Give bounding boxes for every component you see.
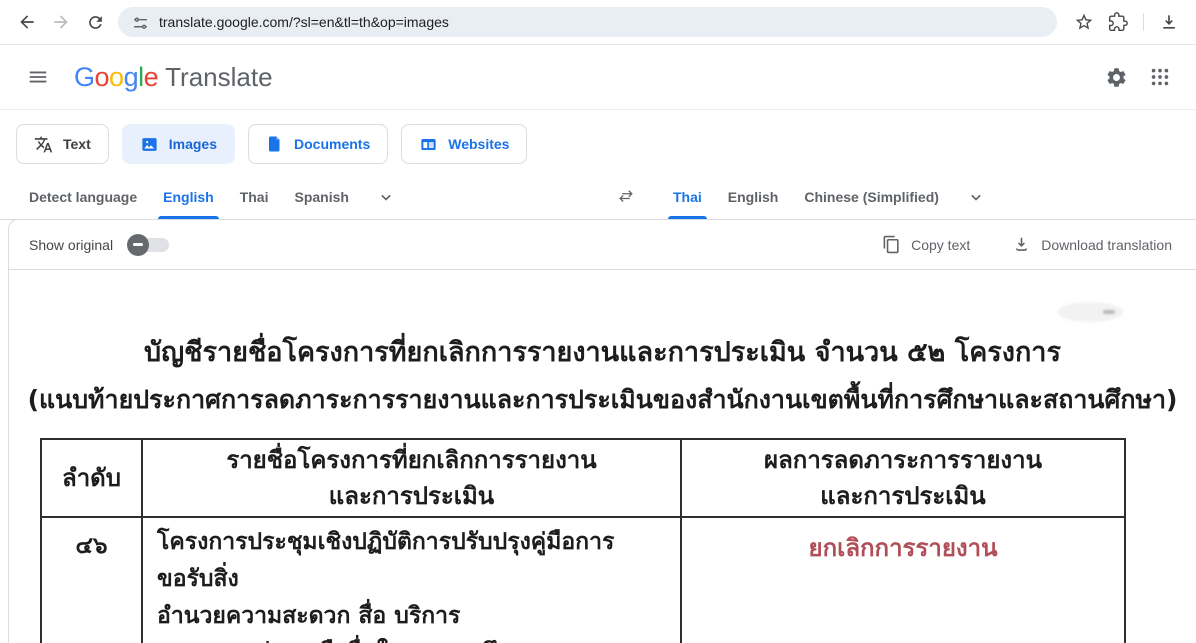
google-apps-button[interactable] (1138, 55, 1182, 99)
forward-icon (51, 12, 71, 32)
forward-button[interactable] (44, 5, 78, 39)
tab-websites-label: Websites (448, 136, 509, 152)
settings-gear-icon (1105, 66, 1128, 89)
target-language-tabs: Thai English Chinese (Simplified) (660, 174, 1000, 219)
cell-number: ๔๖ (41, 517, 142, 643)
tab-text-label: Text (63, 136, 91, 152)
swap-languages-button[interactable] (608, 179, 644, 215)
tab-documents-label: Documents (294, 136, 370, 152)
source-lang-detect[interactable]: Detect language (16, 174, 150, 219)
extensions-icon (1108, 12, 1128, 32)
apps-grid-icon (1149, 66, 1171, 88)
document-icon (266, 135, 284, 153)
image-icon (140, 135, 159, 154)
header-cell-result: ผลการลดภาระการรายงาน และการประเมิน (681, 439, 1125, 517)
app-header: Google Translate (0, 45, 1196, 110)
faded-stamp-mark (1057, 302, 1123, 322)
google-translate-logo[interactable]: Google Translate (74, 62, 273, 93)
target-language-dropdown[interactable] (952, 174, 1000, 219)
cell-result: ยกเลิกการรายงาน (681, 517, 1125, 643)
swap-icon (615, 186, 637, 208)
copy-text-label: Copy text (911, 237, 970, 253)
target-lang-english[interactable]: English (715, 174, 792, 219)
back-button[interactable] (10, 5, 44, 39)
reload-icon (86, 13, 105, 32)
language-bar: Detect language English Thai Spanish Tha… (0, 174, 1196, 220)
source-lang-spanish[interactable]: Spanish (281, 174, 361, 219)
document-title: บัญชีรายชื่อโครงการที่ยกเลิกการรายงานและ… (9, 330, 1196, 373)
show-original-toggle[interactable] (127, 233, 173, 257)
download-translation-label: Download translation (1041, 237, 1172, 253)
translation-mode-tabs: Text Images Documents Websites (0, 110, 1196, 174)
result-toolbar: Show original Copy text Download transla… (9, 220, 1196, 270)
source-lang-thai[interactable]: Thai (227, 174, 282, 219)
document-subtitle: (แนบท้ายประกาศการลดภาระการรายงานและการปร… (9, 380, 1196, 420)
source-language-tabs: Detect language English Thai Spanish (16, 174, 1196, 219)
reload-button[interactable] (78, 5, 112, 39)
cell-project: โครงการประชุมเชิงปฏิบัติการปรับปรุงคู่มื… (142, 517, 681, 643)
downloads-button[interactable] (1152, 5, 1186, 39)
translate-icon (34, 135, 53, 154)
settings-button[interactable] (1094, 55, 1138, 99)
toolbar-divider (1143, 13, 1144, 31)
tab-websites[interactable]: Websites (401, 124, 527, 164)
website-icon (419, 135, 438, 154)
target-lang-chinese[interactable]: Chinese (Simplified) (791, 174, 952, 219)
bookmark-button[interactable] (1067, 5, 1101, 39)
header-cell-number: ลำดับ (41, 439, 142, 517)
chevron-down-icon (966, 187, 986, 207)
back-icon (17, 12, 37, 32)
translation-result-panel: Show original Copy text Download transla… (8, 219, 1196, 643)
tab-images[interactable]: Images (122, 124, 235, 164)
tab-text[interactable]: Text (16, 124, 109, 164)
main-menu-button[interactable] (16, 55, 60, 99)
extensions-button[interactable] (1101, 5, 1135, 39)
source-lang-english[interactable]: English (150, 174, 227, 219)
site-info-icon[interactable] (132, 14, 149, 31)
download-translation-button[interactable]: Download translation (1012, 235, 1172, 254)
browser-toolbar: translate.google.com/?sl=en&tl=th&op=ima… (0, 0, 1196, 45)
url-text[interactable]: translate.google.com/?sl=en&tl=th&op=ima… (159, 14, 449, 30)
translated-image: บัญชีรายชื่อโครงการที่ยกเลิกการรายงานและ… (9, 270, 1196, 643)
document-table: ลำดับ รายชื่อโครงการที่ยกเลิกการรายงาน แ… (40, 438, 1126, 643)
toggle-minus-icon (133, 243, 143, 246)
tab-documents[interactable]: Documents (248, 124, 388, 164)
address-bar[interactable]: translate.google.com/?sl=en&tl=th&op=ima… (118, 7, 1057, 37)
bookmark-icon (1074, 12, 1094, 32)
menu-icon (27, 66, 49, 88)
source-language-dropdown[interactable] (362, 174, 410, 219)
chevron-down-icon (376, 187, 396, 207)
download-translation-icon (1012, 235, 1031, 254)
show-original-label: Show original (29, 237, 113, 253)
google-logo-text: Google (74, 62, 158, 93)
translate-logo-text: Translate (165, 62, 272, 93)
copy-text-button[interactable]: Copy text (882, 235, 970, 254)
target-lang-thai[interactable]: Thai (660, 174, 715, 219)
download-icon (1159, 12, 1179, 32)
table-header-row: ลำดับ รายชื่อโครงการที่ยกเลิกการรายงาน แ… (41, 439, 1125, 517)
header-cell-project: รายชื่อโครงการที่ยกเลิกการรายงาน และการป… (142, 439, 681, 517)
table-row: ๔๖ โครงการประชุมเชิงปฏิบัติการปรับปรุงคู… (41, 517, 1125, 643)
toggle-knob (127, 234, 149, 256)
tab-images-label: Images (169, 136, 217, 152)
copy-icon (882, 235, 901, 254)
